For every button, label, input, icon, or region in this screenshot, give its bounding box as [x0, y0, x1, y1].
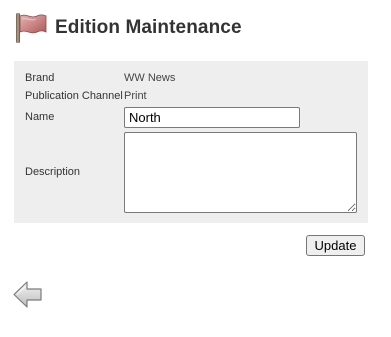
back-button[interactable] [12, 279, 43, 310]
name-label: Name [25, 111, 55, 123]
page-title: Edition Maintenance [55, 17, 242, 38]
edition-form-panel: Brand WW News Publication Channel Print … [14, 61, 368, 223]
description-label: Description [25, 166, 81, 178]
brand-label: Brand [25, 72, 55, 84]
back-arrow-icon [13, 281, 42, 308]
flag-icon [16, 13, 47, 43]
name-input[interactable] [124, 107, 300, 128]
publication-channel-value: Print [124, 90, 147, 102]
brand-value: WW News [124, 72, 176, 84]
page-header: Edition Maintenance [14, 12, 242, 44]
publication-channel-label: Publication Channel [25, 90, 123, 102]
update-button[interactable]: Update [306, 235, 365, 256]
description-textarea[interactable] [124, 132, 357, 213]
